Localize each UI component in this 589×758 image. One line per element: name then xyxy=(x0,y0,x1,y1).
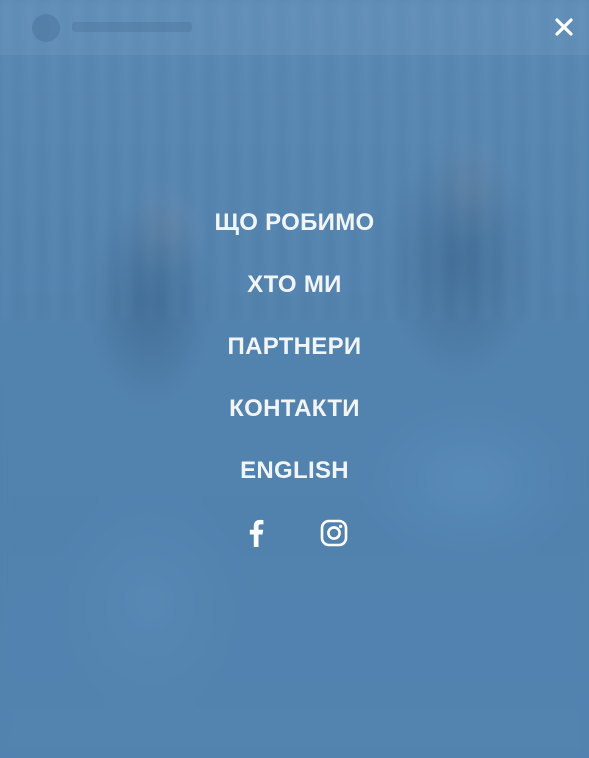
main-navigation: ЩО РОБИМО ХТО МИ ПАРТНЕРИ КОНТАКТИ ENGLI… xyxy=(0,200,589,510)
mobile-menu-screen: ЩО РОБИМО ХТО МИ ПАРТНЕРИ КОНТАКТИ ENGLI… xyxy=(0,0,589,758)
header-bar xyxy=(0,0,589,55)
nav-item-contacts[interactable]: КОНТАКТИ xyxy=(0,386,589,448)
logo-mark xyxy=(32,14,60,42)
nav-item-who-we-are[interactable]: ХТО МИ xyxy=(0,262,589,324)
nav-item-what-we-do[interactable]: ЩО РОБИМО xyxy=(0,200,589,262)
close-menu-button[interactable] xyxy=(551,14,577,40)
close-icon xyxy=(555,18,573,36)
logo-wordmark xyxy=(72,22,192,32)
site-logo[interactable] xyxy=(32,12,212,44)
nav-item-english[interactable]: ENGLISH xyxy=(0,448,589,510)
facebook-icon xyxy=(249,519,263,547)
social-links xyxy=(0,516,589,550)
nav-item-partners[interactable]: ПАРТНЕРИ xyxy=(0,324,589,386)
facebook-link[interactable] xyxy=(241,516,271,550)
instagram-icon xyxy=(320,519,347,547)
instagram-link[interactable] xyxy=(319,516,349,550)
